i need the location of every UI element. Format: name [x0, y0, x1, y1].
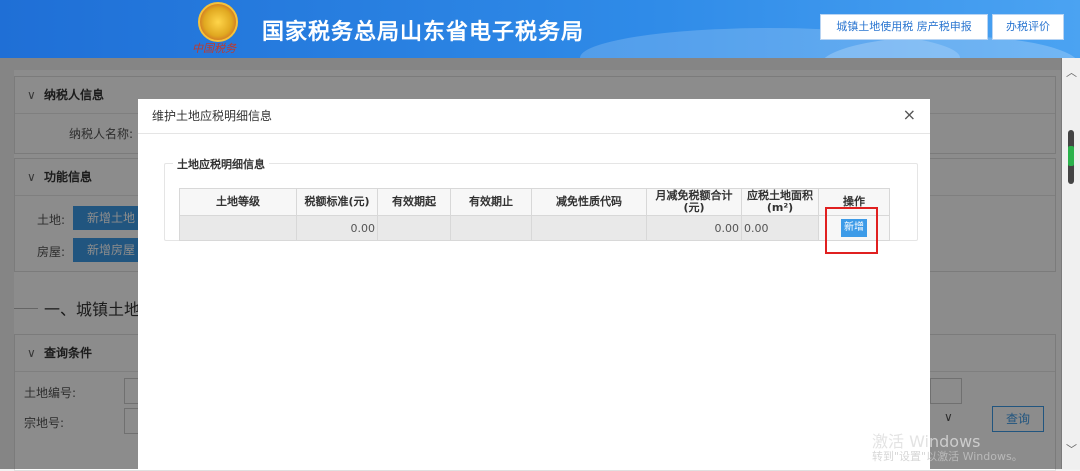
land-tax-detail-fieldset: 土地应税明细信息 土地等级 税额标准(元) 有效期起 有效期止 减免性质代码 月… — [164, 156, 918, 241]
fieldset-legend: 土地应税明细信息 — [173, 156, 269, 172]
taxable-area-cell[interactable]: 0.00 — [741, 215, 819, 241]
service-evaluation-button[interactable]: 办税评价 — [992, 14, 1064, 40]
valid-to-cell[interactable] — [450, 215, 532, 241]
column-header: 有效期止 — [450, 188, 532, 216]
column-header: 月减免税额合计(元) — [646, 188, 742, 216]
valid-from-cell[interactable] — [377, 215, 451, 241]
land-grade-cell[interactable] — [179, 215, 297, 241]
highlight-box — [825, 207, 878, 254]
scroll-down-icon[interactable]: ﹀ — [1066, 441, 1077, 457]
table-row: 0.00 0.00 0.00 新增 — [179, 215, 890, 241]
land-tax-detail-dialog: 维护土地应税明细信息 × 土地应税明细信息 土地等级 税额标准(元) 有效期起 … — [138, 99, 930, 469]
land-house-tax-declare-button[interactable]: 城镇土地使用税 房产税申报 — [820, 14, 988, 40]
activation-watermark-hint: 转到"设置"以激活 Windows。 — [872, 450, 1023, 463]
national-emblem-icon — [198, 2, 238, 42]
column-header: 有效期起 — [377, 188, 451, 216]
monthly-relief-total-cell: 0.00 — [646, 215, 742, 241]
dialog-title: 维护土地应税明细信息 — [138, 99, 930, 134]
close-icon[interactable]: × — [903, 105, 916, 124]
column-header: 土地等级 — [179, 188, 297, 216]
column-header: 应税土地面积(m²) — [741, 188, 819, 216]
column-header: 减免性质代码 — [531, 188, 647, 216]
scroll-up-icon[interactable]: ︿ — [1066, 64, 1077, 80]
scrollbar-indicator — [1068, 146, 1074, 166]
table-header-row: 土地等级 税额标准(元) 有效期起 有效期止 减免性质代码 月减免税额合计(元)… — [179, 188, 890, 216]
site-header: 中国税务 国家税务总局山东省电子税务局 城镇土地使用税 房产税申报 办税评价 — [0, 0, 1080, 58]
vertical-scrollbar[interactable]: ︿ ﹀ — [1061, 58, 1080, 469]
tax-standard-cell[interactable]: 0.00 — [296, 215, 378, 241]
land-tax-detail-table: 土地等级 税额标准(元) 有效期起 有效期止 减免性质代码 月减免税额合计(元)… — [179, 188, 890, 241]
column-header: 税额标准(元) — [296, 188, 378, 216]
site-title: 国家税务总局山东省电子税务局 — [262, 20, 585, 45]
relief-code-cell[interactable] — [531, 215, 647, 241]
emblem-caption: 中国税务 — [192, 42, 236, 55]
